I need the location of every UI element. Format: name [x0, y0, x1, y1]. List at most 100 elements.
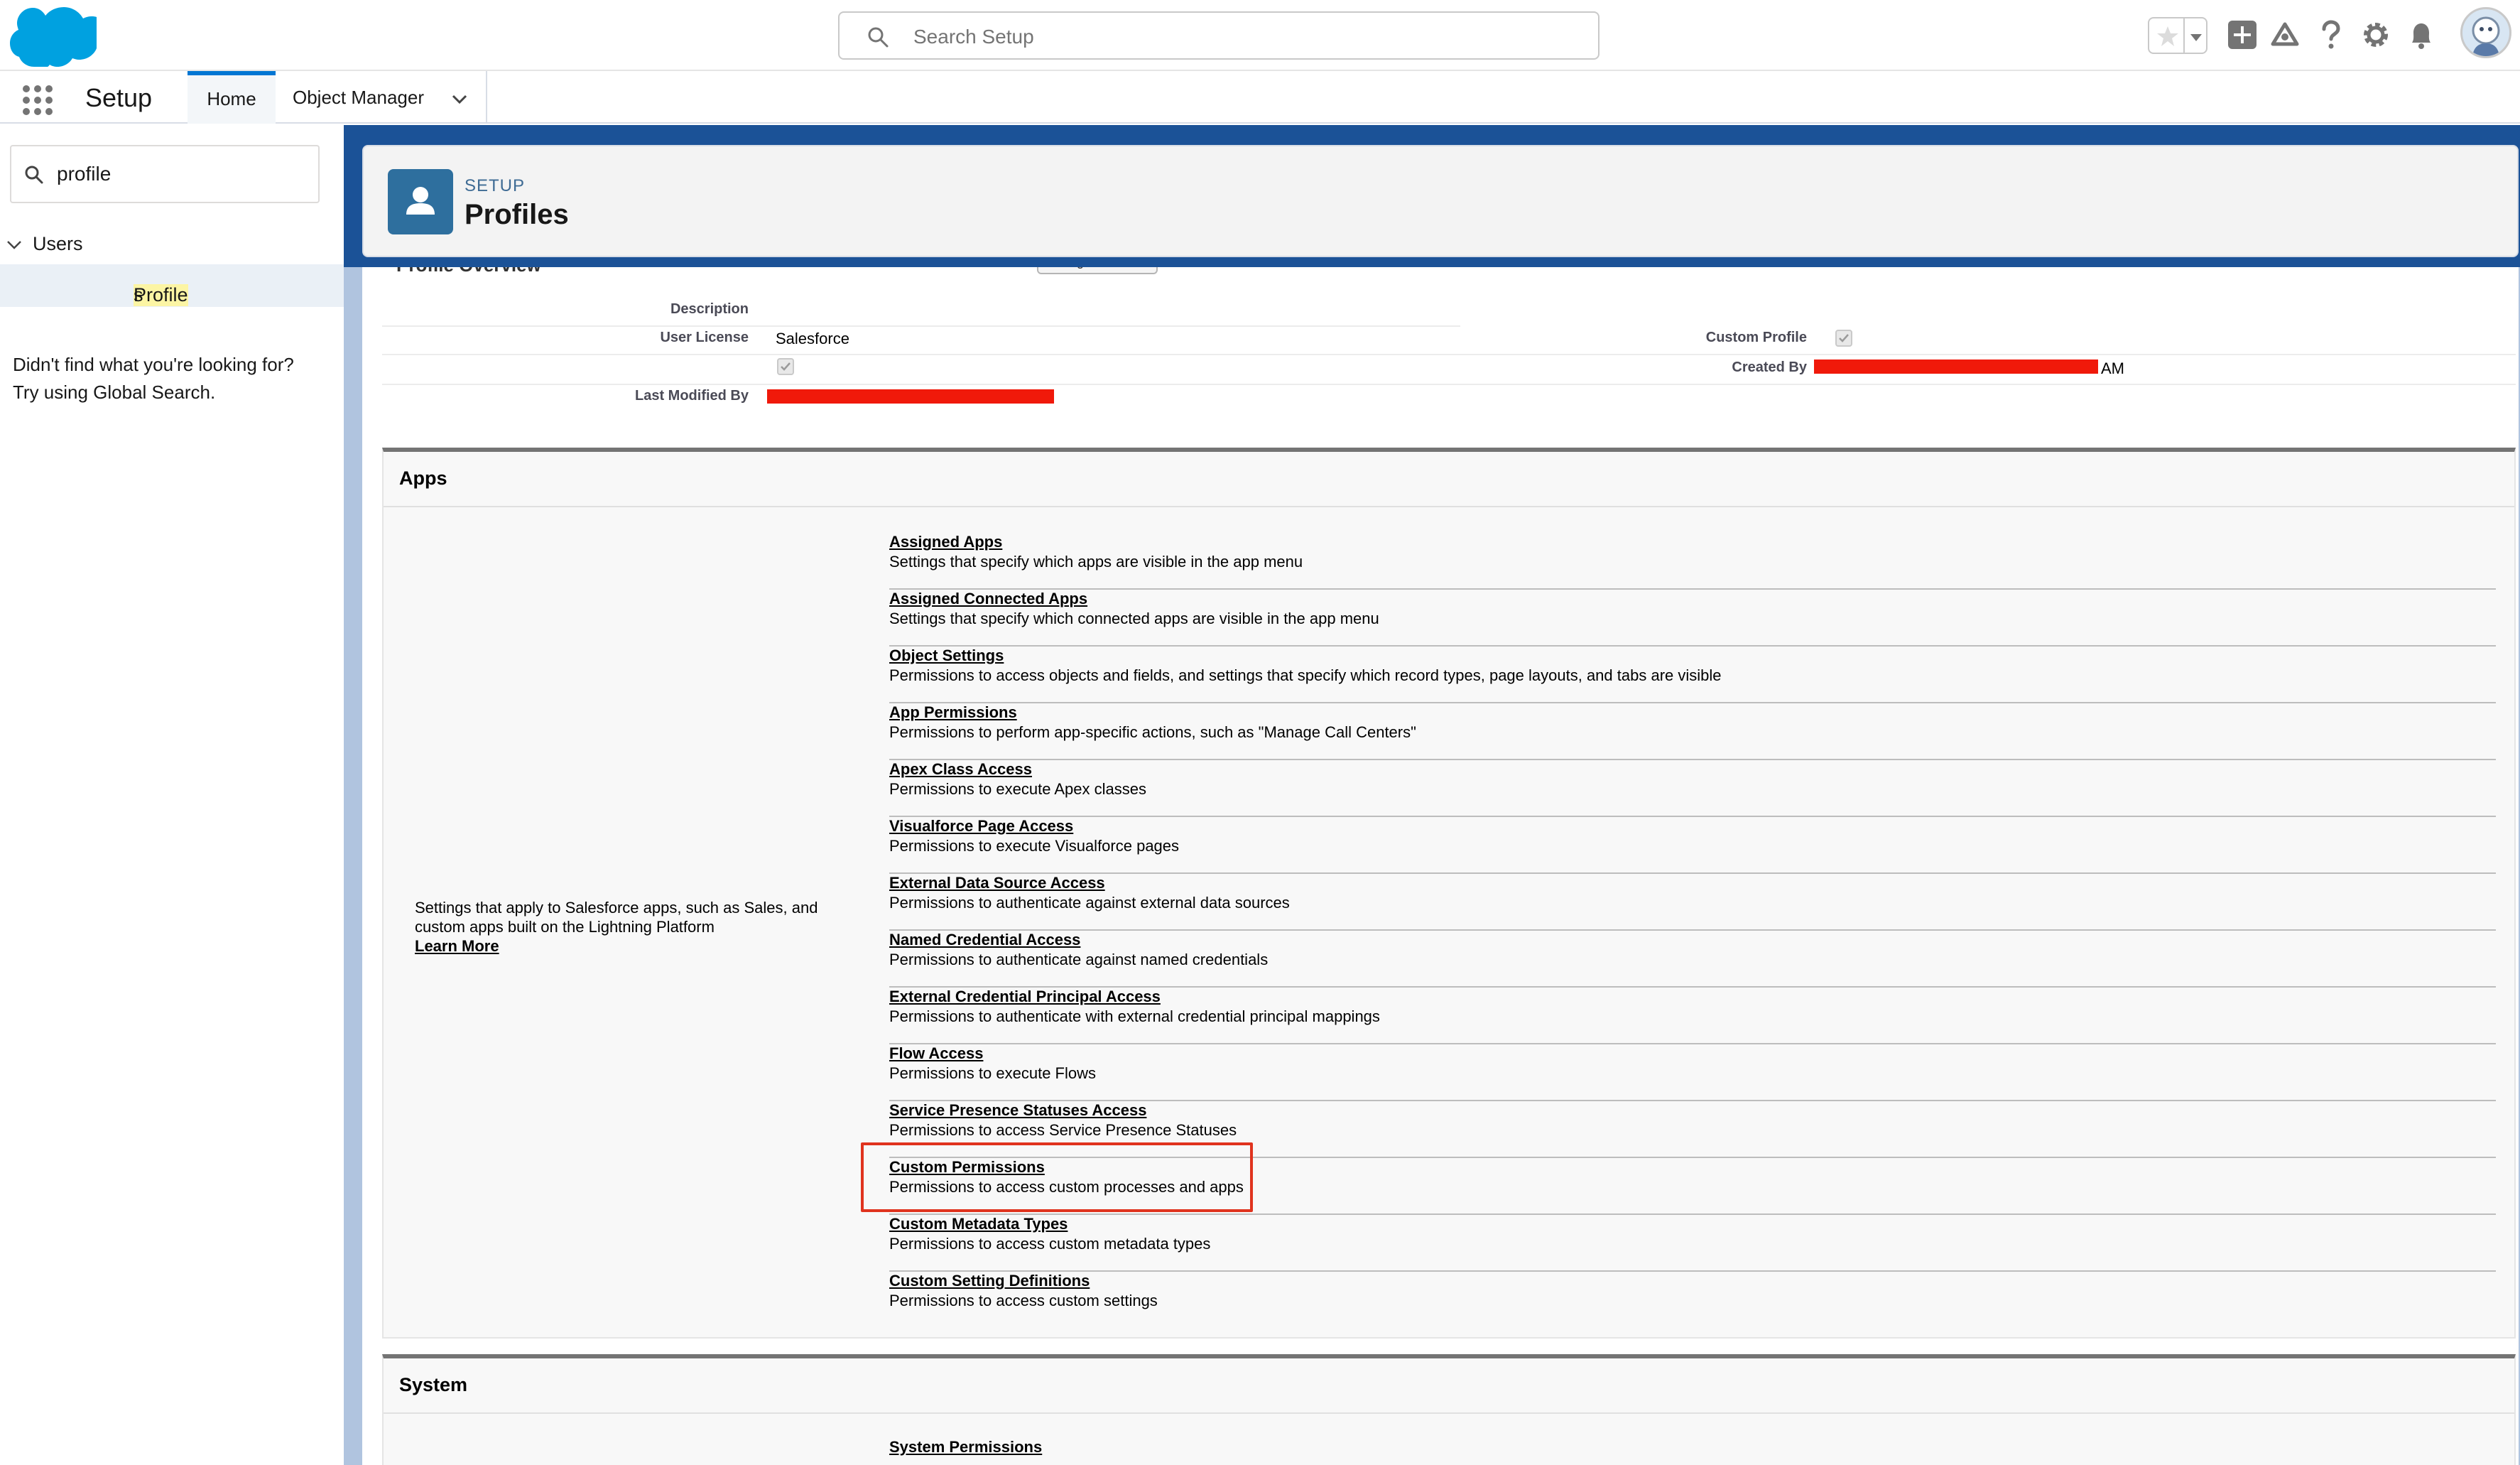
redacted-last-modified: [767, 389, 1054, 404]
checkmark-icon: [781, 362, 791, 371]
profile-user-icon: [388, 169, 453, 234]
custom-setting-definitions-description: Permissions to access custom settings: [889, 1292, 1158, 1309]
page-header: SETUP Profiles: [362, 145, 2519, 257]
external-credential-principal-access-description: Permissions to authenticate with externa…: [889, 1007, 1380, 1025]
search-placeholder: Search Setup: [913, 26, 1034, 48]
favorites-divider: [2183, 18, 2185, 53]
setup-sidebar: profile Users Profile s Didn't find what …: [0, 125, 344, 1465]
setup-nav-bar: Setup Home Object Manager: [0, 71, 2520, 124]
list-item: Apex Class Access Permissions to execute …: [889, 760, 2496, 817]
app-launcher-icon[interactable]: [21, 84, 54, 117]
created-by-suffix: AM: [2101, 360, 2124, 377]
favorites-caret-icon[interactable]: [2186, 27, 2206, 47]
apps-description-text: Settings that apply to Salesforce apps, …: [415, 899, 818, 936]
apps-section-title: Apps: [399, 467, 447, 489]
search-icon: [868, 27, 889, 48]
favorites-star-icon[interactable]: [2155, 24, 2180, 50]
notifications-bell-icon[interactable]: [2404, 17, 2439, 53]
object-settings-description: Permissions to access objects and fields…: [889, 666, 1722, 684]
list-item: System Permissions: [889, 1438, 2496, 1465]
assigned-connected-apps-description: Settings that specify which connected ap…: [889, 610, 1379, 627]
tree-item-profiles[interactable]: Profile s: [0, 264, 344, 307]
list-item: Object Settings Permissions to access obj…: [889, 647, 2496, 703]
quick-find-value: profile: [57, 163, 112, 185]
tree-item-profiles-suffix: s: [134, 284, 143, 306]
system-section-title: System: [399, 1374, 468, 1395]
avatar-astro-icon: [2472, 16, 2500, 56]
user-license-label: User License: [660, 330, 749, 345]
visualforce-page-access-link[interactable]: Visualforce Page Access: [889, 817, 1073, 836]
assigned-connected-apps-link[interactable]: Assigned Connected Apps: [889, 590, 1087, 608]
quick-find-input[interactable]: profile: [10, 145, 320, 203]
global-actions-plus-icon[interactable]: [2225, 17, 2260, 53]
section-divider: [384, 1412, 2514, 1414]
tab-home[interactable]: Home: [188, 71, 276, 124]
detail-divider: [382, 325, 1460, 327]
trailhead-icon[interactable]: [2267, 17, 2303, 53]
help-line-1: Didn't find what you're looking for?: [13, 354, 294, 375]
user-avatar[interactable]: [2460, 7, 2511, 58]
assigned-apps-link[interactable]: Assigned Apps: [889, 533, 1002, 551]
description-label: Description: [670, 301, 749, 317]
apex-class-access-link[interactable]: Apex Class Access: [889, 760, 1032, 779]
sidebar-help-text: Didn't find what you're looking for? Try…: [13, 351, 340, 406]
list-item: Assigned Connected Apps Settings that spe…: [889, 590, 2496, 647]
list-item: External Data Source Access Permissions t…: [889, 874, 2496, 931]
detail-divider: [382, 354, 2516, 355]
chevron-down-icon[interactable]: [4, 234, 24, 254]
profile-detail-content: Profile Overview Assigned Users Descript…: [362, 267, 2519, 1465]
external-data-source-access-link[interactable]: External Data Source Access: [889, 874, 1105, 892]
apps-section: Apps Settings that apply to Salesforce a…: [382, 448, 2516, 1339]
page-title: Profiles: [465, 199, 569, 230]
list-item: Custom Setting Definitions Permissions to…: [889, 1272, 2496, 1329]
system-permissions-link[interactable]: System Permissions: [889, 1438, 1042, 1456]
external-credential-principal-access-link[interactable]: External Credential Principal Access: [889, 988, 1161, 1006]
custom-metadata-types-link[interactable]: Custom Metadata Types: [889, 1215, 1068, 1233]
flow-access-description: Permissions to execute Flows: [889, 1064, 1096, 1082]
favorites-button[interactable]: [2148, 17, 2207, 54]
list-item: External Credential Principal Access Perm…: [889, 988, 2496, 1044]
custom-setting-definitions-link[interactable]: Custom Setting Definitions: [889, 1272, 1090, 1290]
learn-more-link[interactable]: Learn More: [415, 937, 499, 955]
page-eyebrow: SETUP: [465, 176, 526, 195]
named-credential-access-description: Permissions to authenticate against name…: [889, 951, 1269, 968]
global-search-input[interactable]: Search Setup: [838, 11, 1600, 60]
tree-node-users-label: Users: [33, 233, 83, 254]
assigned-apps-description: Settings that specify which apps are vis…: [889, 553, 1303, 571]
flow-access-link[interactable]: Flow Access: [889, 1044, 983, 1063]
app-permissions-link[interactable]: App Permissions: [889, 703, 1017, 722]
section-divider: [384, 506, 2514, 507]
tab-object-manager[interactable]: Object Manager: [276, 71, 487, 124]
external-data-source-access-description: Permissions to authenticate against exte…: [889, 894, 1290, 912]
list-item: Custom Metadata Types Permissions to acce…: [889, 1215, 2496, 1272]
assigned-users-button[interactable]: Assigned Users: [1037, 267, 1158, 274]
custom-metadata-types-description: Permissions to access custom metadata ty…: [889, 1235, 1211, 1253]
custom-profile-checkbox: [1835, 330, 1852, 347]
redacted-created-by: [1814, 360, 2098, 374]
apps-description: Settings that apply to Salesforce apps, …: [415, 898, 841, 956]
list-item: App Permissions Permissions to perform ap…: [889, 703, 2496, 760]
visualforce-page-access-description: Permissions to execute Visualforce pages: [889, 837, 1180, 855]
last-modified-label: Last Modified By: [634, 388, 749, 404]
list-item: Named Credential Access Permissions to au…: [889, 931, 2496, 988]
help-icon[interactable]: [2313, 17, 2348, 53]
tree-node-users[interactable]: Users: [0, 230, 344, 259]
app-permissions-description: Permissions to perform app-specific acti…: [889, 723, 1416, 741]
list-item: Visualforce Page Access Permissions to ex…: [889, 817, 2496, 874]
global-header: Search Setup: [0, 0, 2520, 71]
list-item: Flow Access Permissions to execute Flows: [889, 1044, 2496, 1101]
list-item: Assigned Apps Settings that specify which…: [889, 533, 2496, 590]
user-license-value: Salesforce: [776, 330, 849, 347]
tab-object-manager-label: Object Manager: [293, 87, 424, 108]
salesforce-logo[interactable]: [10, 6, 97, 67]
system-section: System System Permissions: [382, 1354, 2516, 1465]
apex-class-access-description: Permissions to execute Apex classes: [889, 780, 1146, 798]
object-settings-link[interactable]: Object Settings: [889, 647, 1004, 665]
service-presence-statuses-access-description: Permissions to access Service Presence S…: [889, 1121, 1237, 1139]
named-credential-access-link[interactable]: Named Credential Access: [889, 931, 1080, 949]
chevron-down-icon[interactable]: [449, 88, 470, 109]
profile-overview-title: Profile Overview: [396, 267, 541, 276]
service-presence-statuses-access-link[interactable]: Service Presence Statuses Access: [889, 1101, 1146, 1120]
setup-gear-icon[interactable]: [2358, 17, 2394, 53]
search-icon: [25, 166, 43, 184]
